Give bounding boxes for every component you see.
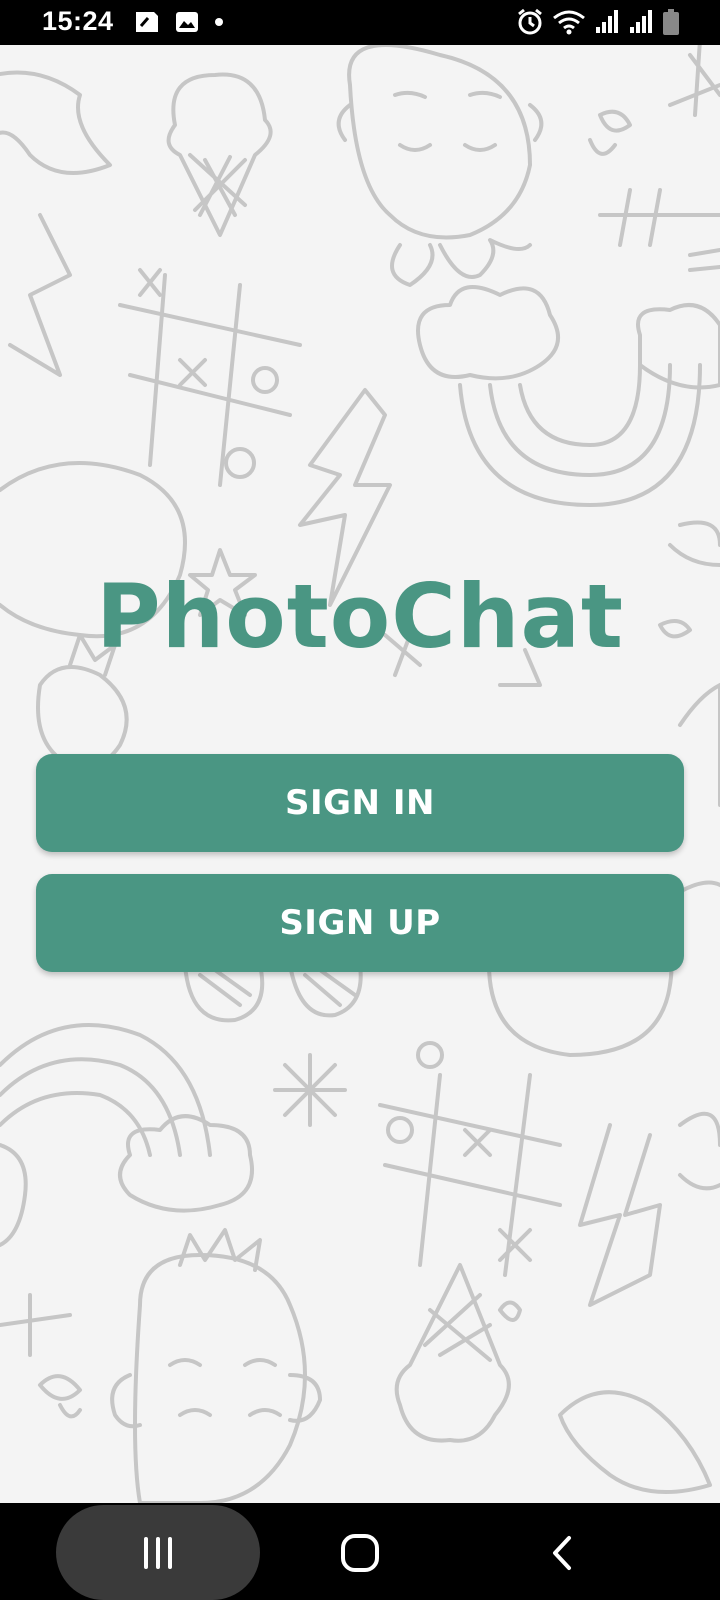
- navigation-bar: [0, 1503, 720, 1600]
- battery-icon: [662, 8, 680, 36]
- app-screen: PhotoChat SIGN IN SIGN UP: [0, 45, 720, 1503]
- status-left-icons: [132, 10, 224, 34]
- sign-in-button[interactable]: SIGN IN: [36, 754, 684, 852]
- sign-up-button[interactable]: SIGN UP: [36, 874, 684, 972]
- signal-icon: [594, 9, 620, 35]
- status-time: 15:24: [42, 6, 114, 36]
- sim-card-icon: [132, 10, 160, 34]
- app-title: PhotoChat: [96, 565, 624, 668]
- wifi-icon: [552, 8, 586, 36]
- sign-up-label: SIGN UP: [279, 903, 441, 943]
- recents-icon[interactable]: [128, 1523, 188, 1583]
- alarm-icon: [516, 8, 544, 36]
- status-right-icons: [516, 8, 680, 36]
- back-icon[interactable]: [533, 1523, 593, 1583]
- dot-icon: [214, 10, 224, 34]
- image-icon: [174, 10, 200, 34]
- home-icon[interactable]: [330, 1523, 390, 1583]
- status-bar: 15:24: [0, 0, 720, 45]
- signal-icon: [628, 9, 654, 35]
- sign-in-label: SIGN IN: [285, 783, 435, 823]
